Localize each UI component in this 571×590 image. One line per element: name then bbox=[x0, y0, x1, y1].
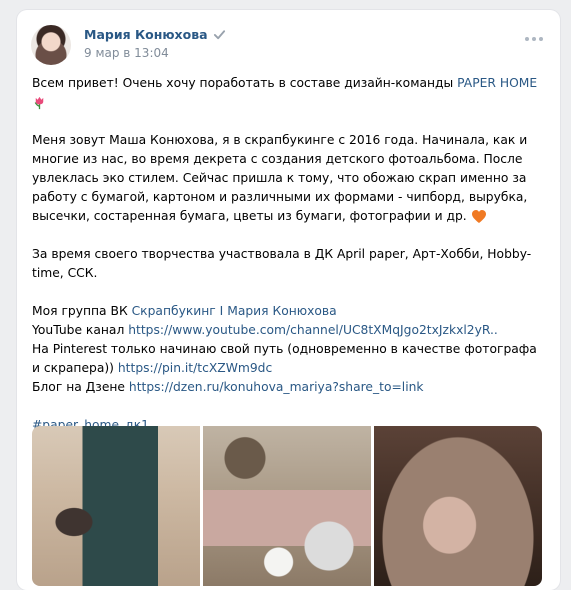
pinterest-line: На Pinterest только начинаю свой путь (о… bbox=[32, 342, 537, 375]
post-text: Всем привет! Очень хочу поработать в сос… bbox=[32, 74, 547, 435]
tulip-emoji-icon bbox=[34, 96, 44, 110]
youtube-link[interactable]: https://www.youtube.com/channel/UC8tXMqJ… bbox=[128, 323, 498, 337]
verified-check-icon bbox=[213, 30, 225, 40]
post-card: Мария Конюхова 9 мар в 13:04 Всем привет… bbox=[17, 10, 560, 590]
heart-emoji-icon bbox=[471, 210, 486, 223]
dzen-link[interactable]: https://dzen.ru/konuhova_mariya?share_to… bbox=[129, 380, 424, 394]
post-author[interactable]: Мария Конюхова bbox=[84, 27, 226, 42]
pinterest-link[interactable]: https://pin.it/tcXZWm9dc bbox=[118, 361, 272, 375]
avatar[interactable] bbox=[31, 25, 71, 65]
paragraph-experience: За время своего творчества участвовала в… bbox=[32, 247, 532, 280]
post-date[interactable]: 9 мар в 13:04 bbox=[84, 46, 169, 60]
photo-scrapbook-album[interactable] bbox=[374, 426, 542, 586]
author-name[interactable]: Мария Конюхова bbox=[84, 27, 208, 42]
group-line: Моя группа ВК Скрапбукинг I Мария Конюхо… bbox=[32, 304, 337, 318]
paragraph-intro: Всем привет! Очень хочу поработать в сос… bbox=[32, 74, 547, 112]
photo-scrapbook-layout[interactable] bbox=[203, 426, 371, 586]
paper-home-link[interactable]: PAPER HOME bbox=[457, 76, 537, 90]
paragraph-about: Меня зовут Маша Конюхова, я в скрапбукин… bbox=[32, 133, 528, 223]
dzen-line: Блог на Дзене https://dzen.ru/konuhova_m… bbox=[32, 380, 424, 394]
photo-scrapbook-card[interactable] bbox=[32, 426, 200, 586]
photo-gallery bbox=[32, 426, 542, 586]
vk-group-link[interactable]: Скрапбукинг I Мария Конюхова bbox=[132, 304, 337, 318]
youtube-line: YouTube канал https://www.youtube.com/ch… bbox=[32, 323, 498, 337]
more-options-icon[interactable] bbox=[525, 37, 545, 43]
